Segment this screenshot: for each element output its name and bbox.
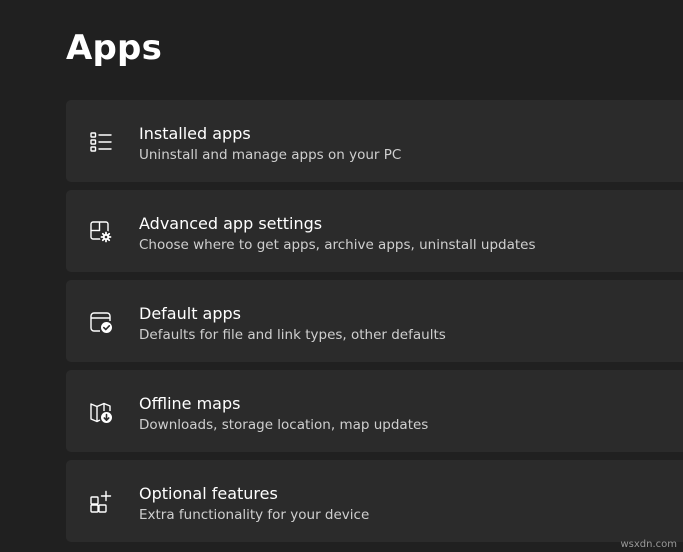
page-title: Apps — [66, 28, 163, 68]
apps-gear-icon — [88, 219, 114, 245]
default-apps-title: Default apps — [139, 304, 241, 323]
optional-features-subtitle: Extra functionality for your device — [139, 507, 370, 523]
installed-apps-title: Installed apps — [139, 124, 251, 143]
installed-apps-text: Installed apps Uninstall and manage apps… — [139, 123, 401, 165]
optional-features-item[interactable]: Optional features Extra functionality fo… — [66, 460, 683, 542]
offline-maps-title: Offline maps — [139, 394, 241, 413]
apps-add-icon — [88, 489, 114, 515]
optional-features-text: Optional features Extra functionality fo… — [139, 483, 369, 525]
offline-maps-subtitle: Downloads, storage location, map updates — [139, 417, 429, 433]
watermark: wsxdn.com — [620, 539, 677, 550]
list-icon — [88, 129, 114, 155]
settings-list: Installed apps Uninstall and manage apps… — [66, 100, 683, 550]
advanced-app-settings-title: Advanced app settings — [139, 214, 323, 233]
default-apps-item[interactable]: Default apps Defaults for file and link … — [66, 280, 683, 362]
window-check-icon — [88, 309, 114, 335]
offline-maps-text: Offline maps Downloads, storage location… — [139, 393, 428, 435]
advanced-app-settings-subtitle: Choose where to get apps, archive apps, … — [139, 237, 536, 253]
advanced-app-settings-text: Advanced app settings Choose where to ge… — [139, 213, 536, 255]
installed-apps-item[interactable]: Installed apps Uninstall and manage apps… — [66, 100, 683, 182]
map-download-icon — [88, 399, 114, 425]
default-apps-subtitle: Defaults for file and link types, other … — [139, 327, 446, 343]
advanced-app-settings-item[interactable]: Advanced app settings Choose where to ge… — [66, 190, 683, 272]
settings-apps-page: Apps Installed apps Uninstall and manage… — [0, 0, 683, 552]
optional-features-title: Optional features — [139, 484, 278, 503]
offline-maps-item[interactable]: Offline maps Downloads, storage location… — [66, 370, 683, 452]
installed-apps-subtitle: Uninstall and manage apps on your PC — [139, 147, 402, 163]
default-apps-text: Default apps Defaults for file and link … — [139, 303, 446, 345]
